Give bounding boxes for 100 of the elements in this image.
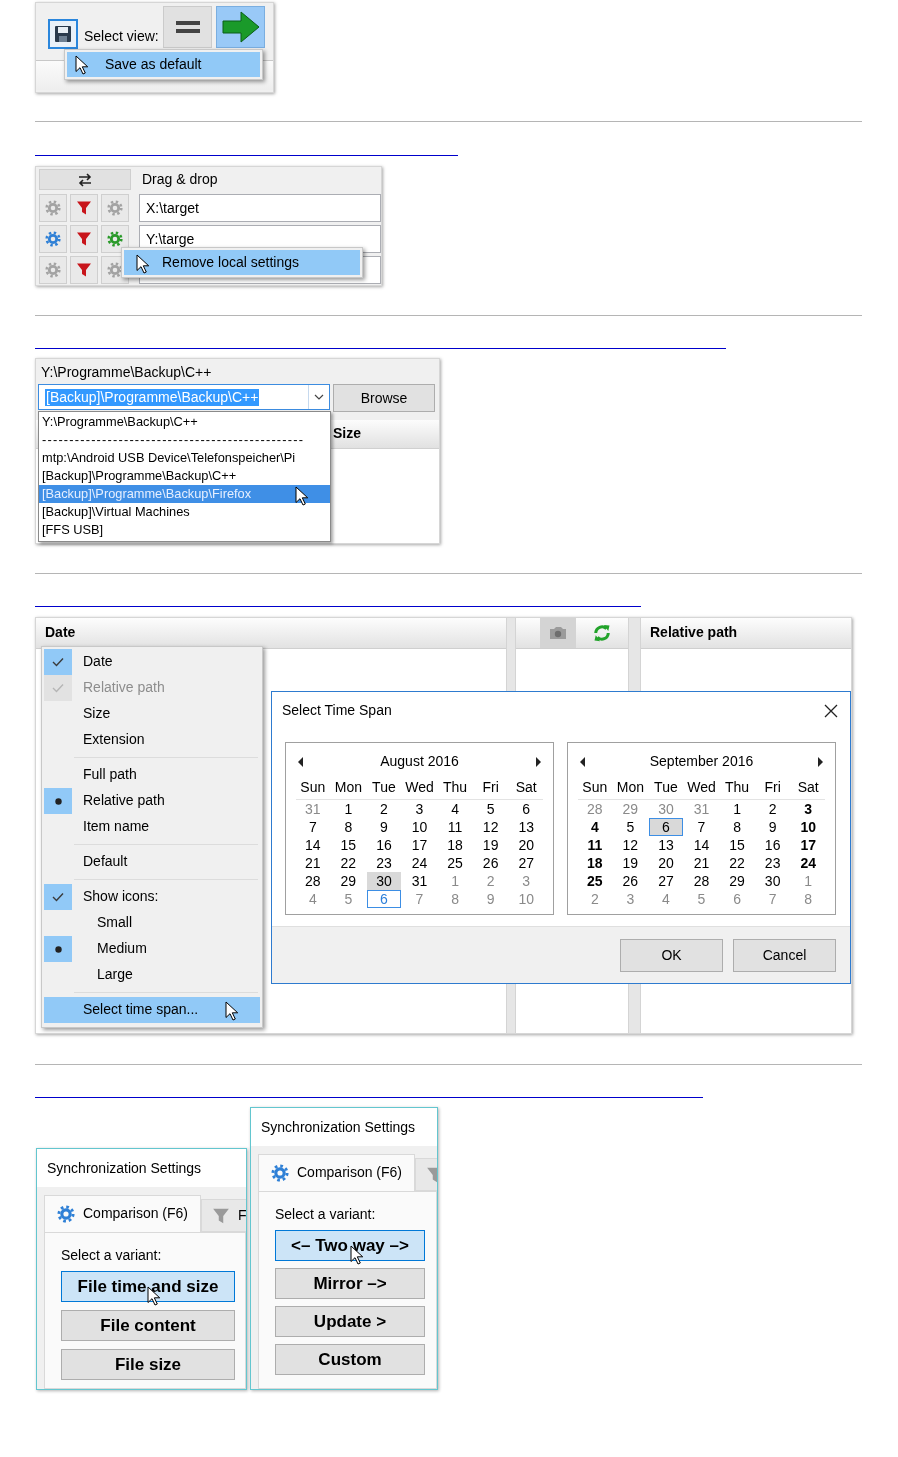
calendar-day[interactable]: 8	[791, 890, 825, 908]
tab[interactable]: Comparison (F6)	[44, 1195, 202, 1232]
calendar-day[interactable]: 2	[578, 890, 612, 908]
calendar-day[interactable]: 6	[367, 890, 401, 908]
calendar-day[interactable]: 22	[331, 854, 366, 872]
next-month-button[interactable]	[535, 757, 541, 767]
dropdown-option[interactable]: [Backup]\Virtual Machines	[39, 503, 330, 521]
variant-button[interactable]: Mirror –>	[275, 1268, 425, 1299]
calendar-day[interactable]: 26	[473, 854, 508, 872]
calendar-day[interactable]: 14	[684, 836, 719, 854]
calendar-day[interactable]: 3	[791, 800, 825, 818]
menu-item[interactable]: Medium	[44, 936, 260, 962]
calendar-day[interactable]: 18	[438, 836, 472, 854]
filter-button[interactable]	[70, 225, 98, 253]
calendar-day[interactable]: 11	[578, 836, 612, 854]
calendar-day[interactable]: 6	[509, 800, 543, 818]
menu-item[interactable]: Default	[44, 849, 260, 875]
calendar-day[interactable]: 9	[473, 890, 508, 908]
menu-item[interactable]: Small	[44, 910, 260, 936]
calendar-day[interactable]: 29	[331, 872, 366, 890]
dialog-button[interactable]: Cancel	[733, 938, 836, 972]
menu-item[interactable]: Large	[44, 962, 260, 988]
dropdown-option[interactable]: [Backup]\Programme\Backup\C++	[39, 467, 330, 485]
calendar-day[interactable]: 4	[438, 800, 472, 818]
calendar-day[interactable]: 1	[720, 800, 754, 818]
column-header[interactable]: Date	[36, 618, 506, 649]
tab[interactable]: Comparison (F6)	[258, 1154, 416, 1191]
calendar-day[interactable]: 17	[791, 836, 825, 854]
view-button[interactable]	[163, 6, 212, 48]
calendar-day[interactable]: 15	[720, 836, 754, 854]
calendar-day[interactable]: 18	[578, 854, 612, 872]
calendar-day[interactable]: 7	[296, 818, 330, 836]
calendar-day[interactable]: 10	[791, 818, 825, 836]
calendar-day[interactable]: 13	[509, 818, 543, 836]
calendar-day[interactable]: 28	[578, 800, 612, 818]
calendar-day[interactable]: 10	[402, 818, 437, 836]
calendar-day[interactable]: 5	[331, 890, 366, 908]
menu-item[interactable]: Extension	[44, 727, 260, 753]
path-field[interactable]: X:\target	[139, 194, 381, 222]
menu-item[interactable]: Relative path	[44, 788, 260, 814]
calendar-day[interactable]: 28	[296, 872, 330, 890]
save-button[interactable]	[48, 19, 78, 49]
dropdown-option[interactable]: [FFS USB]	[39, 521, 330, 539]
calendar-day[interactable]: 19	[613, 854, 648, 872]
calendar-day[interactable]: 29	[613, 800, 648, 818]
camera-button[interactable]	[540, 618, 576, 648]
calendar-day[interactable]: 5	[613, 818, 648, 836]
calendar-day[interactable]: 4	[578, 818, 612, 836]
calendar-day[interactable]: 9	[755, 818, 790, 836]
calendar-day[interactable]: 10	[509, 890, 543, 908]
calendar-day[interactable]: 2	[367, 800, 401, 818]
calendar-day[interactable]: 3	[509, 872, 543, 890]
calendar-day[interactable]: 16	[367, 836, 401, 854]
variant-button[interactable]: Custom	[275, 1344, 425, 1375]
dropdown-option[interactable]: mtp:\Android USB Device\Telefonspeicher\Pi	[39, 449, 330, 467]
calendar-day[interactable]: 7	[684, 818, 719, 836]
tab[interactable]: F	[201, 1199, 246, 1232]
calendar-day[interactable]: 27	[509, 854, 543, 872]
filter-button[interactable]	[70, 256, 98, 284]
next-month-button[interactable]	[817, 757, 823, 767]
dropdown-option[interactable]: Y:\Programme\Backup\C++	[39, 413, 330, 431]
calendar-day[interactable]: 6	[720, 890, 754, 908]
close-button[interactable]	[824, 704, 838, 718]
menu-item[interactable]: Show icons:	[44, 884, 260, 910]
calendar-day[interactable]: 24	[402, 854, 437, 872]
menu-item[interactable]: Save as default	[67, 52, 260, 77]
calendar-day[interactable]: 3	[613, 890, 648, 908]
filter-button[interactable]	[70, 194, 98, 222]
calendar-day[interactable]: 2	[755, 800, 790, 818]
calendar-day[interactable]: 1	[331, 800, 366, 818]
menu-item[interactable]: Item name	[44, 814, 260, 840]
previous-month-button[interactable]	[580, 757, 586, 767]
calendar-day[interactable]: 30	[649, 800, 683, 818]
calendar-day[interactable]: 6	[649, 818, 683, 836]
calendar-day[interactable]: 19	[473, 836, 508, 854]
swap-button[interactable]	[39, 169, 131, 190]
calendar-day[interactable]: 15	[331, 836, 366, 854]
calendar-day[interactable]: 24	[791, 854, 825, 872]
calendar-day[interactable]: 14	[296, 836, 330, 854]
calendar-day[interactable]: 31	[296, 800, 330, 818]
calendar-day[interactable]: 31	[684, 800, 719, 818]
calendar-day[interactable]: 27	[649, 872, 683, 890]
calendar-day[interactable]: 12	[613, 836, 648, 854]
calendar-day[interactable]: 30	[367, 872, 401, 890]
variant-button[interactable]: File size	[61, 1349, 235, 1380]
calendar-day[interactable]: 17	[402, 836, 437, 854]
calendar-day[interactable]: 25	[578, 872, 612, 890]
calendar-day[interactable]: 23	[367, 854, 401, 872]
variant-button[interactable]: Update >	[275, 1306, 425, 1337]
menu-item[interactable]: Date	[44, 649, 260, 675]
calendar-day[interactable]: 11	[438, 818, 472, 836]
calendar-day[interactable]: 5	[473, 800, 508, 818]
calendar-day[interactable]: 16	[755, 836, 790, 854]
column-header[interactable]: Relative path	[641, 618, 851, 649]
menu-item[interactable]: Full path	[44, 762, 260, 788]
menu-item[interactable]: Remove local settings	[124, 250, 360, 275]
calendar-day[interactable]: 8	[720, 818, 754, 836]
gear-button[interactable]	[39, 225, 67, 253]
calendar-day[interactable]: 20	[509, 836, 543, 854]
calendar-day[interactable]: 7	[402, 890, 437, 908]
